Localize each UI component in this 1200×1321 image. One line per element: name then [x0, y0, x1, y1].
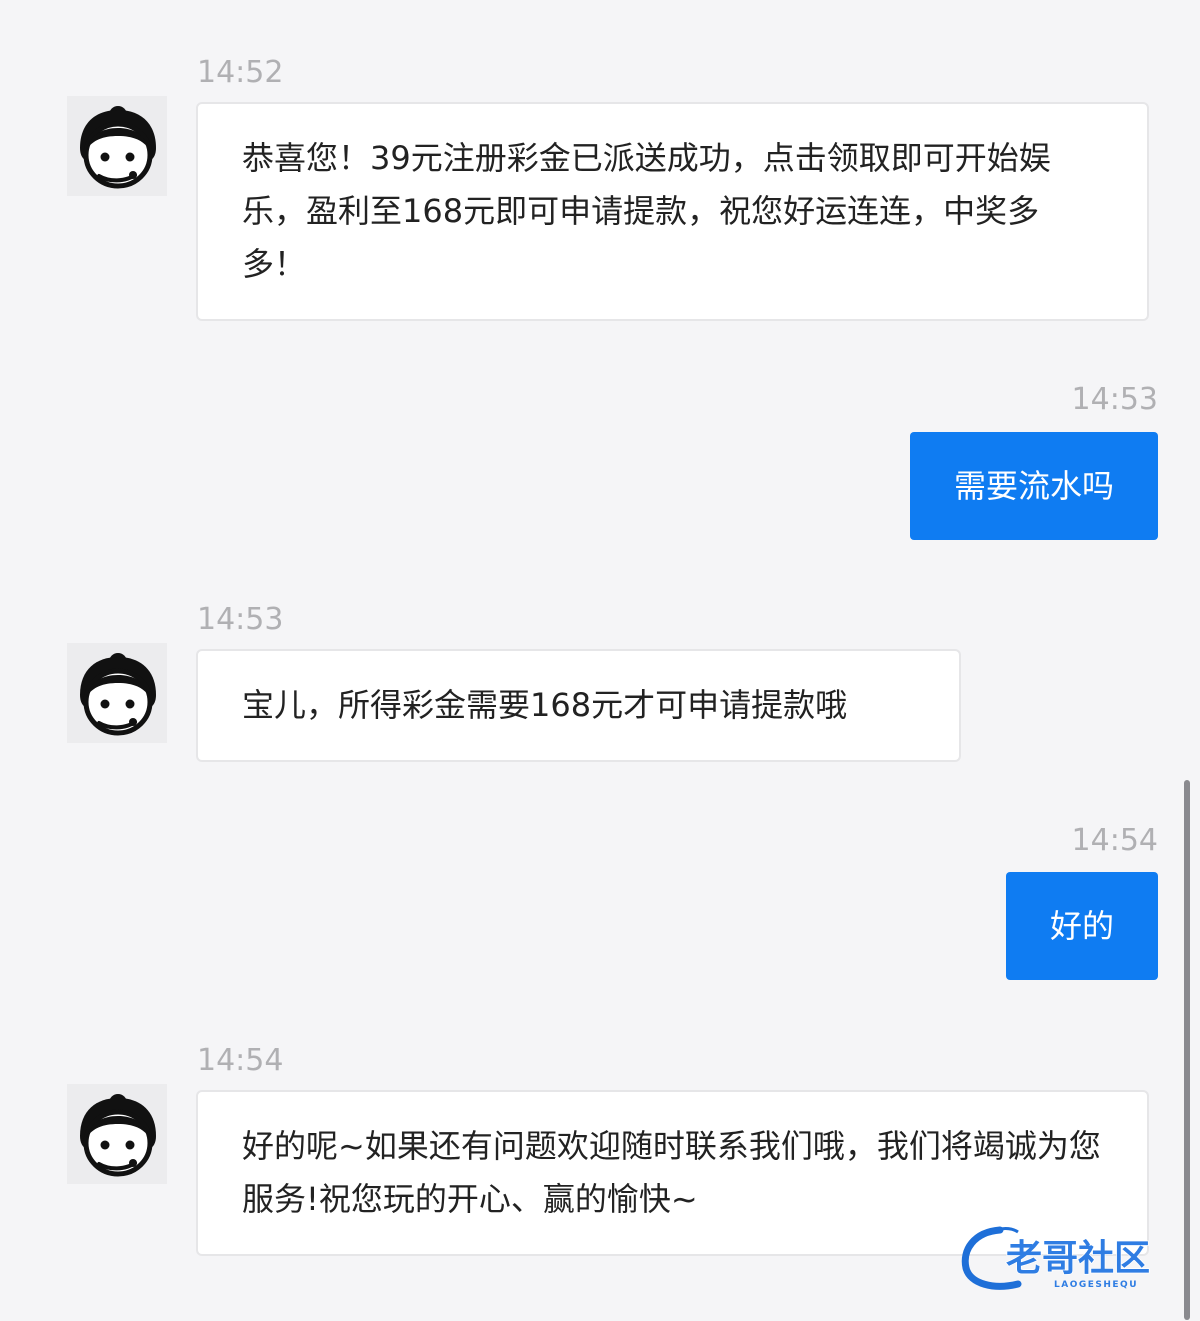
watermark-title: 老哥社区	[1006, 1238, 1150, 1279]
agent-message-bubble: 恭喜您！39元注册彩金已派送成功，点击领取即可开始娱乐，盈利至168元即可申请提…	[196, 102, 1149, 321]
agent-avatar-icon[interactable]	[67, 1084, 167, 1184]
watermark-subtitle: LAOGESHEQU	[1054, 1280, 1138, 1290]
message-timestamp: 14:53	[197, 602, 284, 637]
message-timestamp: 14:54	[1071, 823, 1158, 858]
agent-message-bubble: 宝儿，所得彩金需要168元才可申请提款哦	[196, 649, 961, 762]
agent-avatar-icon[interactable]	[67, 643, 167, 743]
agent-avatar-icon[interactable]	[67, 96, 167, 196]
user-message-bubble: 好的	[1005, 872, 1158, 980]
user-message-bubble: 需要流水吗	[909, 432, 1158, 540]
message-timestamp: 14:54	[197, 1043, 284, 1078]
watermark-logo: 老哥社区 LAOGESHEQU	[960, 1224, 1185, 1294]
message-timestamp: 14:52	[197, 55, 284, 90]
message-timestamp: 14:53	[1071, 382, 1158, 417]
